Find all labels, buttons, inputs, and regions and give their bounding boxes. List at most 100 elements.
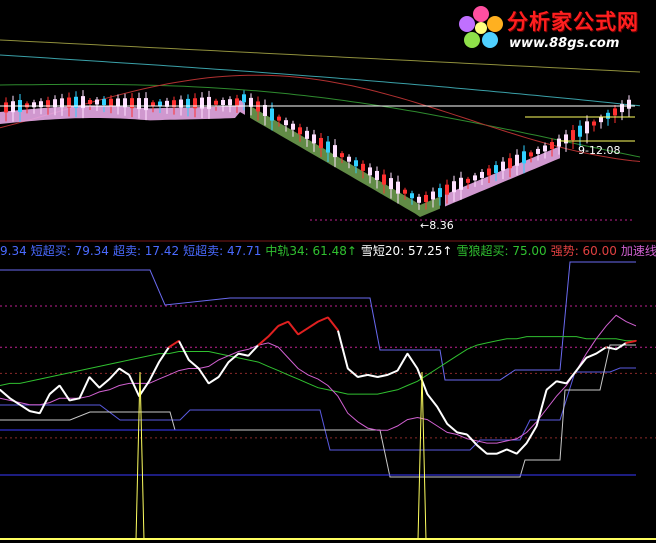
candle-body bbox=[186, 98, 190, 108]
candle-body bbox=[466, 178, 470, 183]
snow-short-segment bbox=[98, 378, 110, 389]
snow-short-segment bbox=[9, 397, 21, 406]
candle-body bbox=[382, 174, 386, 185]
candle-body bbox=[571, 130, 575, 141]
candle-body bbox=[263, 105, 267, 116]
snow-short-point bbox=[68, 399, 71, 402]
snow-short-segment bbox=[317, 316, 329, 323]
snow-short-segment bbox=[436, 406, 449, 425]
candle-body bbox=[501, 161, 505, 171]
snow-short-point bbox=[188, 359, 190, 361]
candle-body bbox=[284, 120, 288, 126]
candle-body bbox=[445, 184, 449, 195]
snow-short-segment bbox=[287, 321, 299, 336]
candle-body bbox=[207, 96, 211, 109]
candle-body bbox=[599, 117, 603, 123]
snow-short-point bbox=[19, 403, 21, 406]
candle-body bbox=[536, 148, 540, 154]
candle-body bbox=[347, 156, 351, 162]
snow-short-point bbox=[635, 340, 637, 342]
snow-short-segment bbox=[128, 374, 141, 397]
snow-short-point bbox=[327, 316, 329, 319]
snow-short-point bbox=[605, 346, 607, 349]
logo-title: 分析家公式网 bbox=[507, 10, 639, 34]
snow-short-point bbox=[337, 329, 339, 331]
snow-short-segment bbox=[277, 320, 289, 327]
snow-short-segment bbox=[605, 346, 617, 351]
snow-short-point bbox=[515, 452, 518, 455]
snow-short-point bbox=[506, 448, 508, 451]
candle-body bbox=[452, 181, 456, 193]
candle-body bbox=[585, 121, 589, 134]
snow-short-point bbox=[575, 369, 578, 372]
snow-short-segment bbox=[496, 448, 508, 455]
snow-short-point bbox=[366, 374, 369, 376]
snow-short-segment bbox=[88, 376, 101, 389]
candle-body bbox=[214, 100, 218, 105]
snow-short-segment bbox=[118, 367, 130, 376]
candle-body bbox=[424, 194, 428, 202]
snow-short-segment bbox=[297, 327, 309, 336]
snow-short-point bbox=[257, 344, 260, 346]
snow-short-point bbox=[29, 410, 31, 412]
snow-short-point bbox=[178, 340, 180, 342]
candle-body bbox=[529, 152, 533, 157]
snow-short-point bbox=[496, 452, 498, 455]
snow-short-point bbox=[267, 335, 270, 338]
candle-body bbox=[508, 158, 512, 169]
site-logo: 分析家公式网 www.88gs.com bbox=[455, 2, 655, 54]
snow-short-point bbox=[615, 348, 617, 351]
snow-short-segment bbox=[406, 353, 419, 370]
candle-body bbox=[312, 134, 316, 144]
snow-short-point bbox=[625, 342, 627, 344]
snow-short-point bbox=[9, 397, 11, 400]
logo-url: www.88gs.com bbox=[509, 36, 620, 51]
snow-short-point bbox=[565, 382, 568, 385]
snow-short-segment bbox=[377, 373, 388, 378]
candle-body bbox=[88, 100, 92, 105]
snow-short-point bbox=[585, 357, 588, 359]
candle-body bbox=[270, 108, 274, 121]
snow-short-segment bbox=[217, 361, 230, 378]
snow-short-segment bbox=[267, 325, 279, 338]
snow-short-segment bbox=[556, 380, 567, 385]
snow-short-point bbox=[48, 393, 51, 395]
snow-short-point bbox=[436, 406, 439, 408]
candle-body bbox=[11, 101, 15, 113]
snow-short-segment bbox=[336, 329, 349, 369]
candle-body bbox=[116, 98, 120, 107]
snow-short-segment bbox=[426, 393, 439, 408]
snow-short-point bbox=[356, 376, 359, 378]
snow-short-segment bbox=[446, 423, 458, 434]
snow-short-segment bbox=[38, 393, 51, 414]
candle-body bbox=[200, 97, 204, 109]
snow-short-segment bbox=[197, 367, 210, 384]
snow-short-segment bbox=[78, 376, 91, 399]
snow-short-point bbox=[128, 374, 130, 376]
legend-entry: 短超买: 79.34 bbox=[30, 244, 109, 258]
snow-short-point bbox=[347, 367, 349, 370]
snow-short-point bbox=[466, 433, 468, 436]
candle-body bbox=[522, 151, 526, 164]
snow-short-point bbox=[118, 367, 121, 370]
low-price-label: ←8.36 bbox=[420, 219, 454, 232]
candle-body bbox=[431, 191, 435, 200]
snow-short-point bbox=[227, 361, 230, 363]
candle-body bbox=[298, 127, 302, 135]
candle-body bbox=[557, 138, 561, 147]
snow-short-point bbox=[446, 423, 448, 425]
candle-body bbox=[459, 177, 463, 190]
snow-short-segment bbox=[29, 410, 40, 415]
candle-body bbox=[235, 98, 239, 106]
snow-short-point bbox=[148, 380, 150, 383]
snow-short-point bbox=[396, 369, 399, 372]
snow-short-point bbox=[158, 361, 160, 363]
snow-short-point bbox=[287, 320, 289, 323]
candle-body bbox=[375, 170, 379, 180]
snow-short-segment bbox=[208, 376, 220, 385]
snow-short-point bbox=[217, 376, 220, 378]
legend-entry: 超卖: 17.42 bbox=[112, 244, 180, 258]
snow-short-segment bbox=[177, 340, 190, 361]
candle-body bbox=[613, 108, 617, 116]
candle-body bbox=[95, 99, 99, 105]
